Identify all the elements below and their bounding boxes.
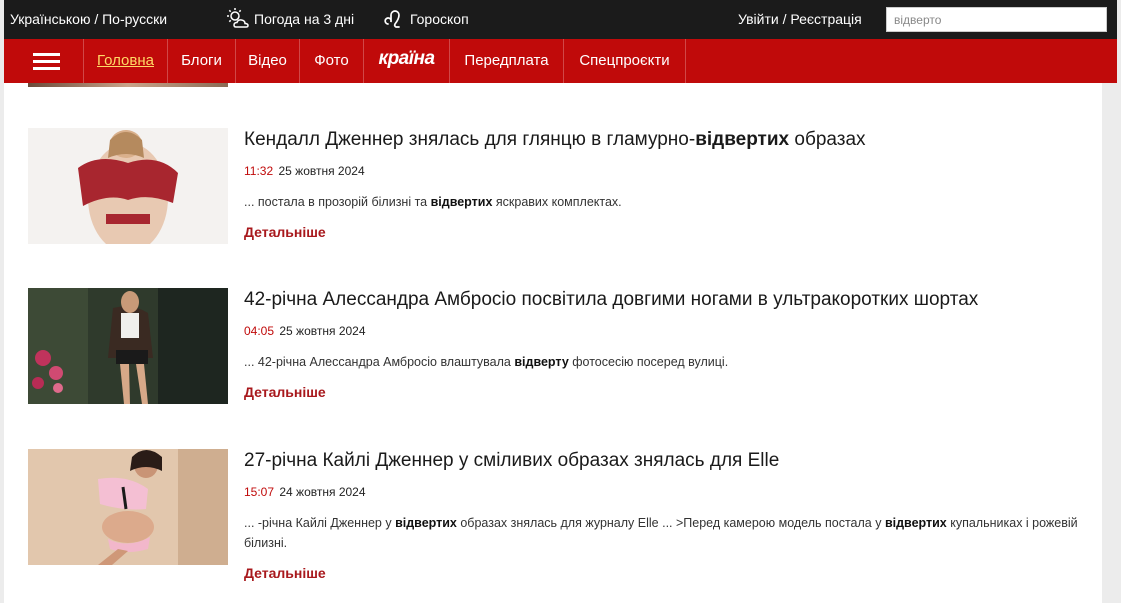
article-thumbnail[interactable] [28,449,228,565]
leo-zodiac-icon [384,10,400,28]
nav-home[interactable]: Головна [84,39,168,83]
weather-sun-cloud-icon [227,8,249,28]
nav-kraina-logo[interactable]: країна [364,39,450,83]
article-snippet: ... -річна Кайлі Дженнер у відвертих обр… [244,516,1078,550]
weather-link[interactable]: Погода на 3 дні [226,7,354,31]
article-snippet: ... постала в прозорій білизні та відвер… [244,195,622,209]
nav-subscription[interactable]: Передплата [450,39,564,83]
article-meta: 04:05 25 жовтня 2024 [244,324,366,338]
article-meta: 11:32 25 жовтня 2024 [244,164,365,178]
read-more-link[interactable]: Детальніше [244,384,326,400]
article-date: 24 жовтня 2024 [279,485,366,499]
page-gutter [1102,83,1121,603]
article-meta: 15:07 24 жовтня 2024 [244,485,366,499]
previous-article-thumbnail[interactable] [28,83,228,87]
search-results-panel: Кендалл Дженнер знялась для глянцю в гла… [4,83,1102,603]
article-time: 15:07 [244,485,275,499]
article-date: 25 жовтня 2024 [279,324,366,338]
article-thumbnail[interactable] [28,288,228,404]
article-thumbnail[interactable] [28,128,228,244]
horoscope-label: Гороскоп [410,11,469,27]
article-photo [28,288,228,404]
nav-blogs[interactable]: Блоги [168,39,236,83]
nav-video[interactable]: Відео [236,39,300,83]
menu-hamburger-icon[interactable] [4,39,84,83]
weather-label: Погода на 3 дні [254,11,355,27]
search-input[interactable] [886,7,1107,32]
read-more-link[interactable]: Детальніше [244,565,326,581]
article-photo [28,449,228,565]
main-nav: Головна Блоги Відео Фото країна Передпла… [4,39,1117,83]
nav-special-projects[interactable]: Спецпроєкти [564,39,686,83]
article-photo [28,128,228,244]
article-title[interactable]: Кендалл Дженнер знялась для глянцю в гла… [244,128,1084,152]
top-bar: Українською / По-русски Погода на 3 дні … [4,0,1117,39]
article-title[interactable]: 27-річна Кайлі Дженнер у сміливих образа… [244,449,1084,473]
article-date: 25 жовтня 2024 [278,164,365,178]
horoscope-link[interactable]: Гороскоп [382,7,469,31]
language-switch-link[interactable]: Українською / По-русски [10,11,167,27]
nav-photo[interactable]: Фото [300,39,364,83]
article-snippet: ... 42-річна Алессандра Амбросіо влаштув… [244,355,729,369]
login-register-link[interactable]: Увійти / Реєстрація [738,11,862,27]
article-title[interactable]: 42-річна Алессандра Амбросіо посвітила д… [244,288,1084,312]
article-time: 04:05 [244,324,275,338]
article-time: 11:32 [244,164,274,178]
read-more-link[interactable]: Детальніше [244,224,326,240]
